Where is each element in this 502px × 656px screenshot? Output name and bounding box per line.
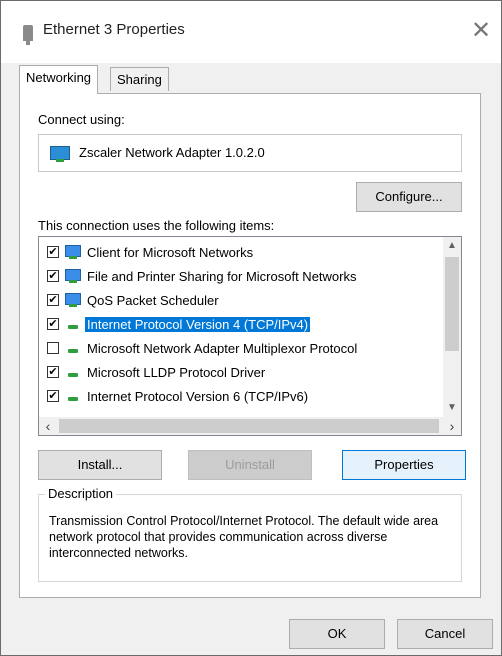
ethernet-icon <box>23 25 33 45</box>
network-service-icon <box>65 293 81 307</box>
network-client-icon <box>65 245 81 259</box>
connect-using-label: Connect using: <box>38 112 125 127</box>
horizontal-scrollbar[interactable]: ‹ › <box>39 417 461 435</box>
scroll-up-arrow-icon[interactable]: ▲ <box>443 237 461 255</box>
item-label: Microsoft LLDP Protocol Driver <box>87 365 266 380</box>
scroll-left-arrow-icon[interactable]: ‹ <box>39 417 57 435</box>
configure-button[interactable]: Configure... <box>356 182 462 212</box>
checkbox-ipv6[interactable]: ✔ <box>47 390 59 402</box>
item-label: QoS Packet Scheduler <box>87 293 219 308</box>
checkbox-qos[interactable]: ✔ <box>47 294 59 306</box>
list-item[interactable]: ✔ QoS Packet Scheduler <box>39 289 443 313</box>
vertical-scroll-thumb[interactable] <box>445 257 459 351</box>
list-item-selected[interactable]: ✔ Internet Protocol Version 4 (TCP/IPv4) <box>39 313 443 337</box>
items-label: This connection uses the following items… <box>38 218 275 233</box>
uninstall-button[interactable]: Uninstall <box>188 450 312 480</box>
items-list[interactable]: ✔ Client for Microsoft Networks ✔ File a… <box>38 236 462 436</box>
item-label: Client for Microsoft Networks <box>87 245 254 260</box>
protocol-icon <box>65 341 81 355</box>
checkbox-lldp[interactable]: ✔ <box>47 366 59 378</box>
network-service-icon <box>65 269 81 283</box>
network-adapter-icon <box>50 146 70 162</box>
checkbox-client[interactable]: ✔ <box>47 246 59 258</box>
description-group: Description Transmission Control Protoco… <box>38 486 462 582</box>
item-label: File and Printer Sharing for Microsoft N… <box>87 269 357 284</box>
tab-networking[interactable]: Networking <box>19 65 99 94</box>
protocol-icon <box>65 389 81 403</box>
ok-button[interactable]: OK <box>289 619 385 649</box>
item-label: Internet Protocol Version 6 (TCP/IPv6) <box>87 389 309 404</box>
checkbox-ipv4[interactable]: ✔ <box>47 318 59 330</box>
tab-sharing[interactable]: Sharing <box>110 67 169 91</box>
protocol-icon <box>65 317 81 331</box>
adapter-box: Zscaler Network Adapter 1.0.2.0 <box>38 134 462 172</box>
list-item[interactable]: ✔ Client for Microsoft Networks <box>39 241 443 265</box>
scroll-down-arrow-icon[interactable]: ▼ <box>443 399 461 417</box>
item-label: Microsoft Network Adapter Multiplexor Pr… <box>87 341 358 356</box>
checkbox-multiplexor[interactable] <box>47 342 59 354</box>
item-label: Internet Protocol Version 4 (TCP/IPv4) <box>85 317 311 332</box>
properties-dialog: Ethernet 3 Properties ✕ Networking Shari… <box>0 0 502 656</box>
cancel-button[interactable]: Cancel <box>397 619 493 649</box>
list-item[interactable]: Microsoft Network Adapter Multiplexor Pr… <box>39 337 443 361</box>
install-button[interactable]: Install... <box>38 450 162 480</box>
description-title: Description <box>45 486 117 501</box>
close-button[interactable]: ✕ <box>461 11 501 51</box>
list-item[interactable]: ✔ File and Printer Sharing for Microsoft… <box>39 265 443 289</box>
properties-button[interactable]: Properties <box>342 450 466 480</box>
protocol-icon <box>65 365 81 379</box>
title-bar[interactable]: Ethernet 3 Properties ✕ <box>1 1 501 63</box>
horizontal-scroll-thumb[interactable] <box>59 419 439 433</box>
scroll-right-arrow-icon[interactable]: › <box>443 417 461 435</box>
networking-panel: Connect using: Zscaler Network Adapter 1… <box>19 93 481 598</box>
list-item[interactable]: ✔ Internet Protocol Version 6 (TCP/IPv6) <box>39 385 443 409</box>
vertical-scrollbar[interactable]: ▲ ▼ <box>443 237 461 417</box>
description-text: Transmission Control Protocol/Internet P… <box>49 514 439 560</box>
window-title: Ethernet 3 Properties <box>43 21 185 38</box>
list-item[interactable]: ✔ Microsoft LLDP Protocol Driver <box>39 361 443 385</box>
checkbox-file-printer-sharing[interactable]: ✔ <box>47 270 59 282</box>
adapter-name: Zscaler Network Adapter 1.0.2.0 <box>79 145 265 160</box>
